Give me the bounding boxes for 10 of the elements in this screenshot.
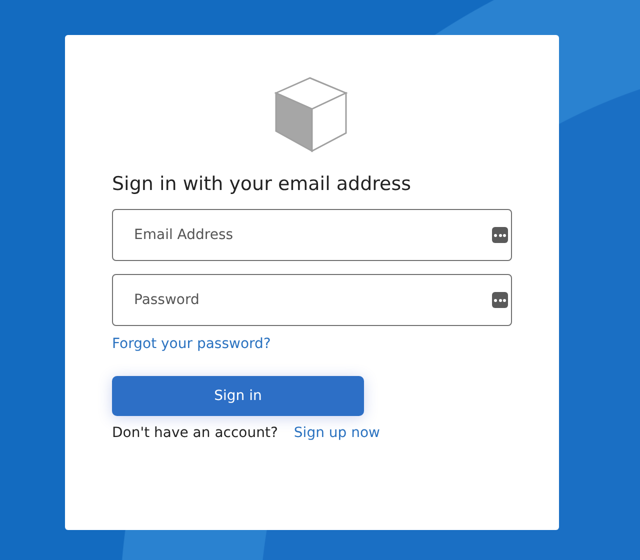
signup-prompt: Don't have an account? bbox=[112, 425, 278, 441]
form-heading: Sign in with your email address bbox=[112, 173, 412, 195]
cube-icon bbox=[274, 77, 350, 153]
input-field[interactable]: Password bbox=[112, 274, 512, 326]
password-manager-icon[interactable] bbox=[492, 292, 508, 308]
sign-in-button[interactable]: Sign in bbox=[112, 376, 364, 416]
password-manager-icon[interactable] bbox=[492, 227, 508, 243]
forgot-password-link[interactable]: Forgot your password? bbox=[112, 336, 271, 352]
input-field[interactable]: Email Address bbox=[112, 209, 512, 261]
sign-up-link[interactable]: Sign up now bbox=[294, 425, 380, 441]
